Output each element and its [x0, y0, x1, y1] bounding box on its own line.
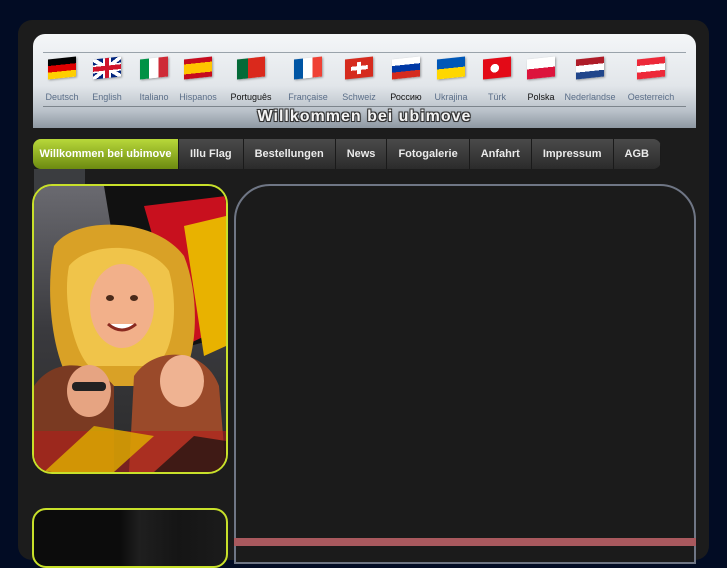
- header-banner: Deutsch English Italiano Hispanos Portug…: [33, 34, 696, 128]
- france-flag-icon: [294, 56, 322, 80]
- nav-item-agb[interactable]: AGB: [614, 139, 661, 169]
- main-content-panel: [234, 184, 696, 564]
- fan-photo: [32, 184, 228, 474]
- language-francaise[interactable]: Française: [288, 54, 328, 106]
- germany-flag-icon: [48, 56, 76, 80]
- turkey-flag-icon: [483, 56, 511, 80]
- italy-flag-icon: [140, 56, 168, 80]
- nav-item-willkommen[interactable]: Willkommen bei ubimove: [33, 139, 180, 169]
- nav-item-impressum[interactable]: Impressum: [532, 139, 614, 169]
- secondary-image-box: [32, 508, 228, 568]
- spain-flag-icon: [184, 56, 212, 80]
- ukraine-flag-icon: [437, 56, 465, 80]
- nav-item-fotogalerie[interactable]: Fotogalerie: [387, 139, 470, 169]
- nav-item-news[interactable]: News: [336, 139, 388, 169]
- netherlands-flag-icon: [576, 56, 604, 80]
- nav-item-anfahrt[interactable]: Anfahrt: [470, 139, 532, 169]
- austria-flag-icon: [637, 56, 665, 80]
- language-oesterreich[interactable]: Oesterreich: [628, 54, 674, 106]
- nav-item-illu-flag[interactable]: Illu Flag: [179, 139, 244, 169]
- language-portugues[interactable]: Português: [230, 54, 272, 106]
- language-bar: Deutsch English Italiano Hispanos Portug…: [33, 54, 696, 106]
- poland-flag-icon: [527, 56, 555, 80]
- russia-flag-icon: [392, 56, 420, 80]
- nav-item-bestellungen[interactable]: Bestellungen: [244, 139, 336, 169]
- fan-photo-illustration: [34, 186, 226, 472]
- portugal-flag-icon: [237, 56, 265, 80]
- language-hispanos[interactable]: Hispanos: [179, 54, 217, 106]
- header-divider-bottom: [43, 106, 686, 107]
- welcome-title: Willkommen bei ubimove: [257, 108, 472, 125]
- header-divider-top: [43, 52, 686, 53]
- main-nav: Willkommen bei ubimove Illu Flag Bestell…: [33, 139, 661, 169]
- language-nederlandse[interactable]: Nederlandse: [564, 54, 616, 106]
- switzerland-flag-icon: [345, 56, 373, 80]
- uk-flag-icon: [93, 56, 121, 80]
